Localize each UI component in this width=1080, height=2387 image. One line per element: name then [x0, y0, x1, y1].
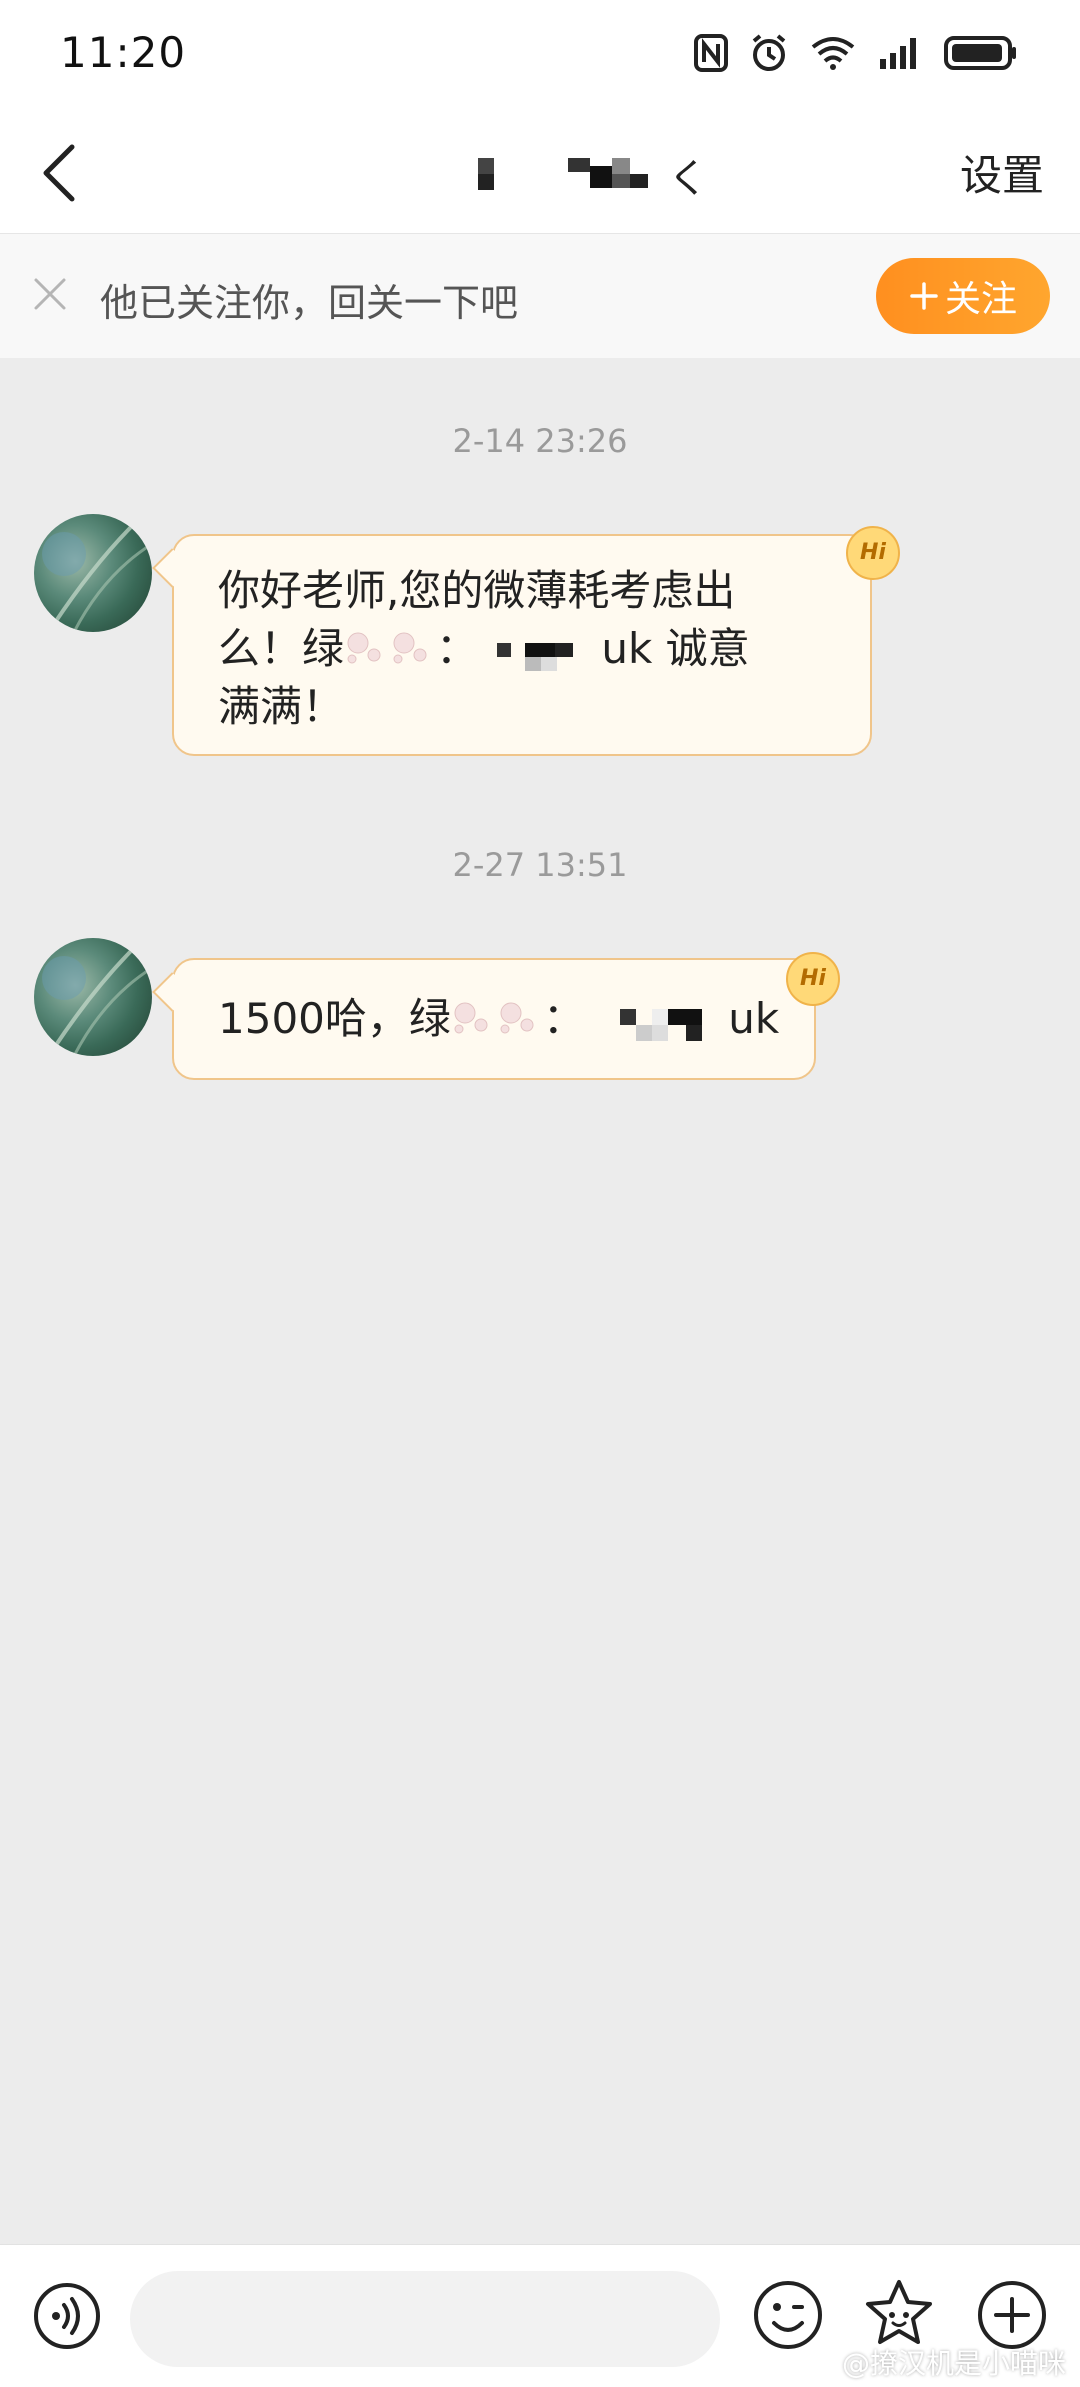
bubble-tail	[152, 548, 192, 588]
message-text: 1500哈，绿	[218, 994, 451, 1043]
voice-icon[interactable]	[32, 2281, 102, 2351]
chat-header: く 设置	[0, 110, 1080, 234]
status-bar: 11:20	[0, 0, 1080, 110]
message-line: 你好老师,您的微薄耗考虑出	[218, 566, 736, 615]
bubble-dots-icon	[390, 624, 436, 664]
hi-badge: Hi	[786, 952, 840, 1006]
message-line: 满满！	[218, 682, 345, 731]
chevron-left-icon	[43, 144, 75, 202]
bubble-tail	[152, 972, 192, 1012]
nfc-icon	[694, 34, 728, 72]
avatar-image	[42, 522, 152, 632]
follow-button-label: 关注	[944, 279, 1017, 320]
message-text: ：	[436, 624, 479, 673]
bubble-dots-icon	[451, 994, 497, 1034]
weibo-logo-icon	[804, 2351, 835, 2375]
chat-partner-name: く	[440, 140, 740, 210]
follow-back-banner: 他已关注你，回关一下吧 关注	[0, 234, 1080, 358]
message-bubble[interactable]: 你好老师,您的微薄耗考虑出 么！绿 ： uk 诚意 满满！ Hi	[152, 526, 900, 756]
status-icons	[694, 30, 1018, 76]
follow-button[interactable]: 关注	[876, 258, 1050, 334]
hi-badge: Hi	[846, 526, 900, 580]
redacted-id-mosaic	[598, 997, 728, 1043]
message-text: 么！绿	[218, 624, 345, 673]
message-timestamp: 2-14 23:26	[452, 422, 628, 460]
message-timestamp: 2-27 13:51	[452, 846, 628, 884]
watermark-text: @撩汉机是小喵咪	[841, 2347, 1066, 2380]
avatar[interactable]	[34, 938, 152, 1056]
redacted-name-mosaic	[440, 140, 680, 210]
status-time: 11:20	[60, 28, 187, 77]
plus-icon	[910, 282, 938, 310]
message-text: uk 诚意	[601, 624, 750, 673]
avatar[interactable]	[34, 514, 152, 632]
wifi-icon	[811, 37, 855, 70]
bubble-dots-icon	[497, 994, 543, 1034]
plus-circle-icon[interactable]	[976, 2279, 1048, 2351]
watermark: @撩汉机是小喵咪	[804, 2342, 1066, 2382]
alarm-icon	[752, 34, 786, 71]
battery-icon	[944, 36, 1016, 70]
close-icon[interactable]	[30, 274, 70, 314]
message-text: ：	[542, 994, 585, 1043]
bubble-dots-icon	[344, 624, 390, 664]
settings-button[interactable]: 设置	[960, 142, 1044, 203]
signal-icon	[880, 38, 916, 69]
message-line: 1500哈，绿 ： uk	[218, 990, 780, 1048]
message-text: uk	[728, 994, 780, 1043]
star-face-icon[interactable]	[862, 2277, 936, 2351]
back-button[interactable]	[30, 138, 90, 208]
message-bubble[interactable]: 1500哈，绿 ： uk Hi	[152, 952, 840, 1080]
redacted-id-mosaic	[491, 627, 601, 673]
message-line: 么！绿 ： uk 诚意	[218, 620, 834, 678]
emoji-icon[interactable]	[752, 2279, 824, 2351]
message-input[interactable]	[130, 2271, 720, 2367]
follow-prompt-text: 他已关注你，回关一下吧	[100, 281, 519, 325]
avatar-image	[42, 946, 152, 1056]
